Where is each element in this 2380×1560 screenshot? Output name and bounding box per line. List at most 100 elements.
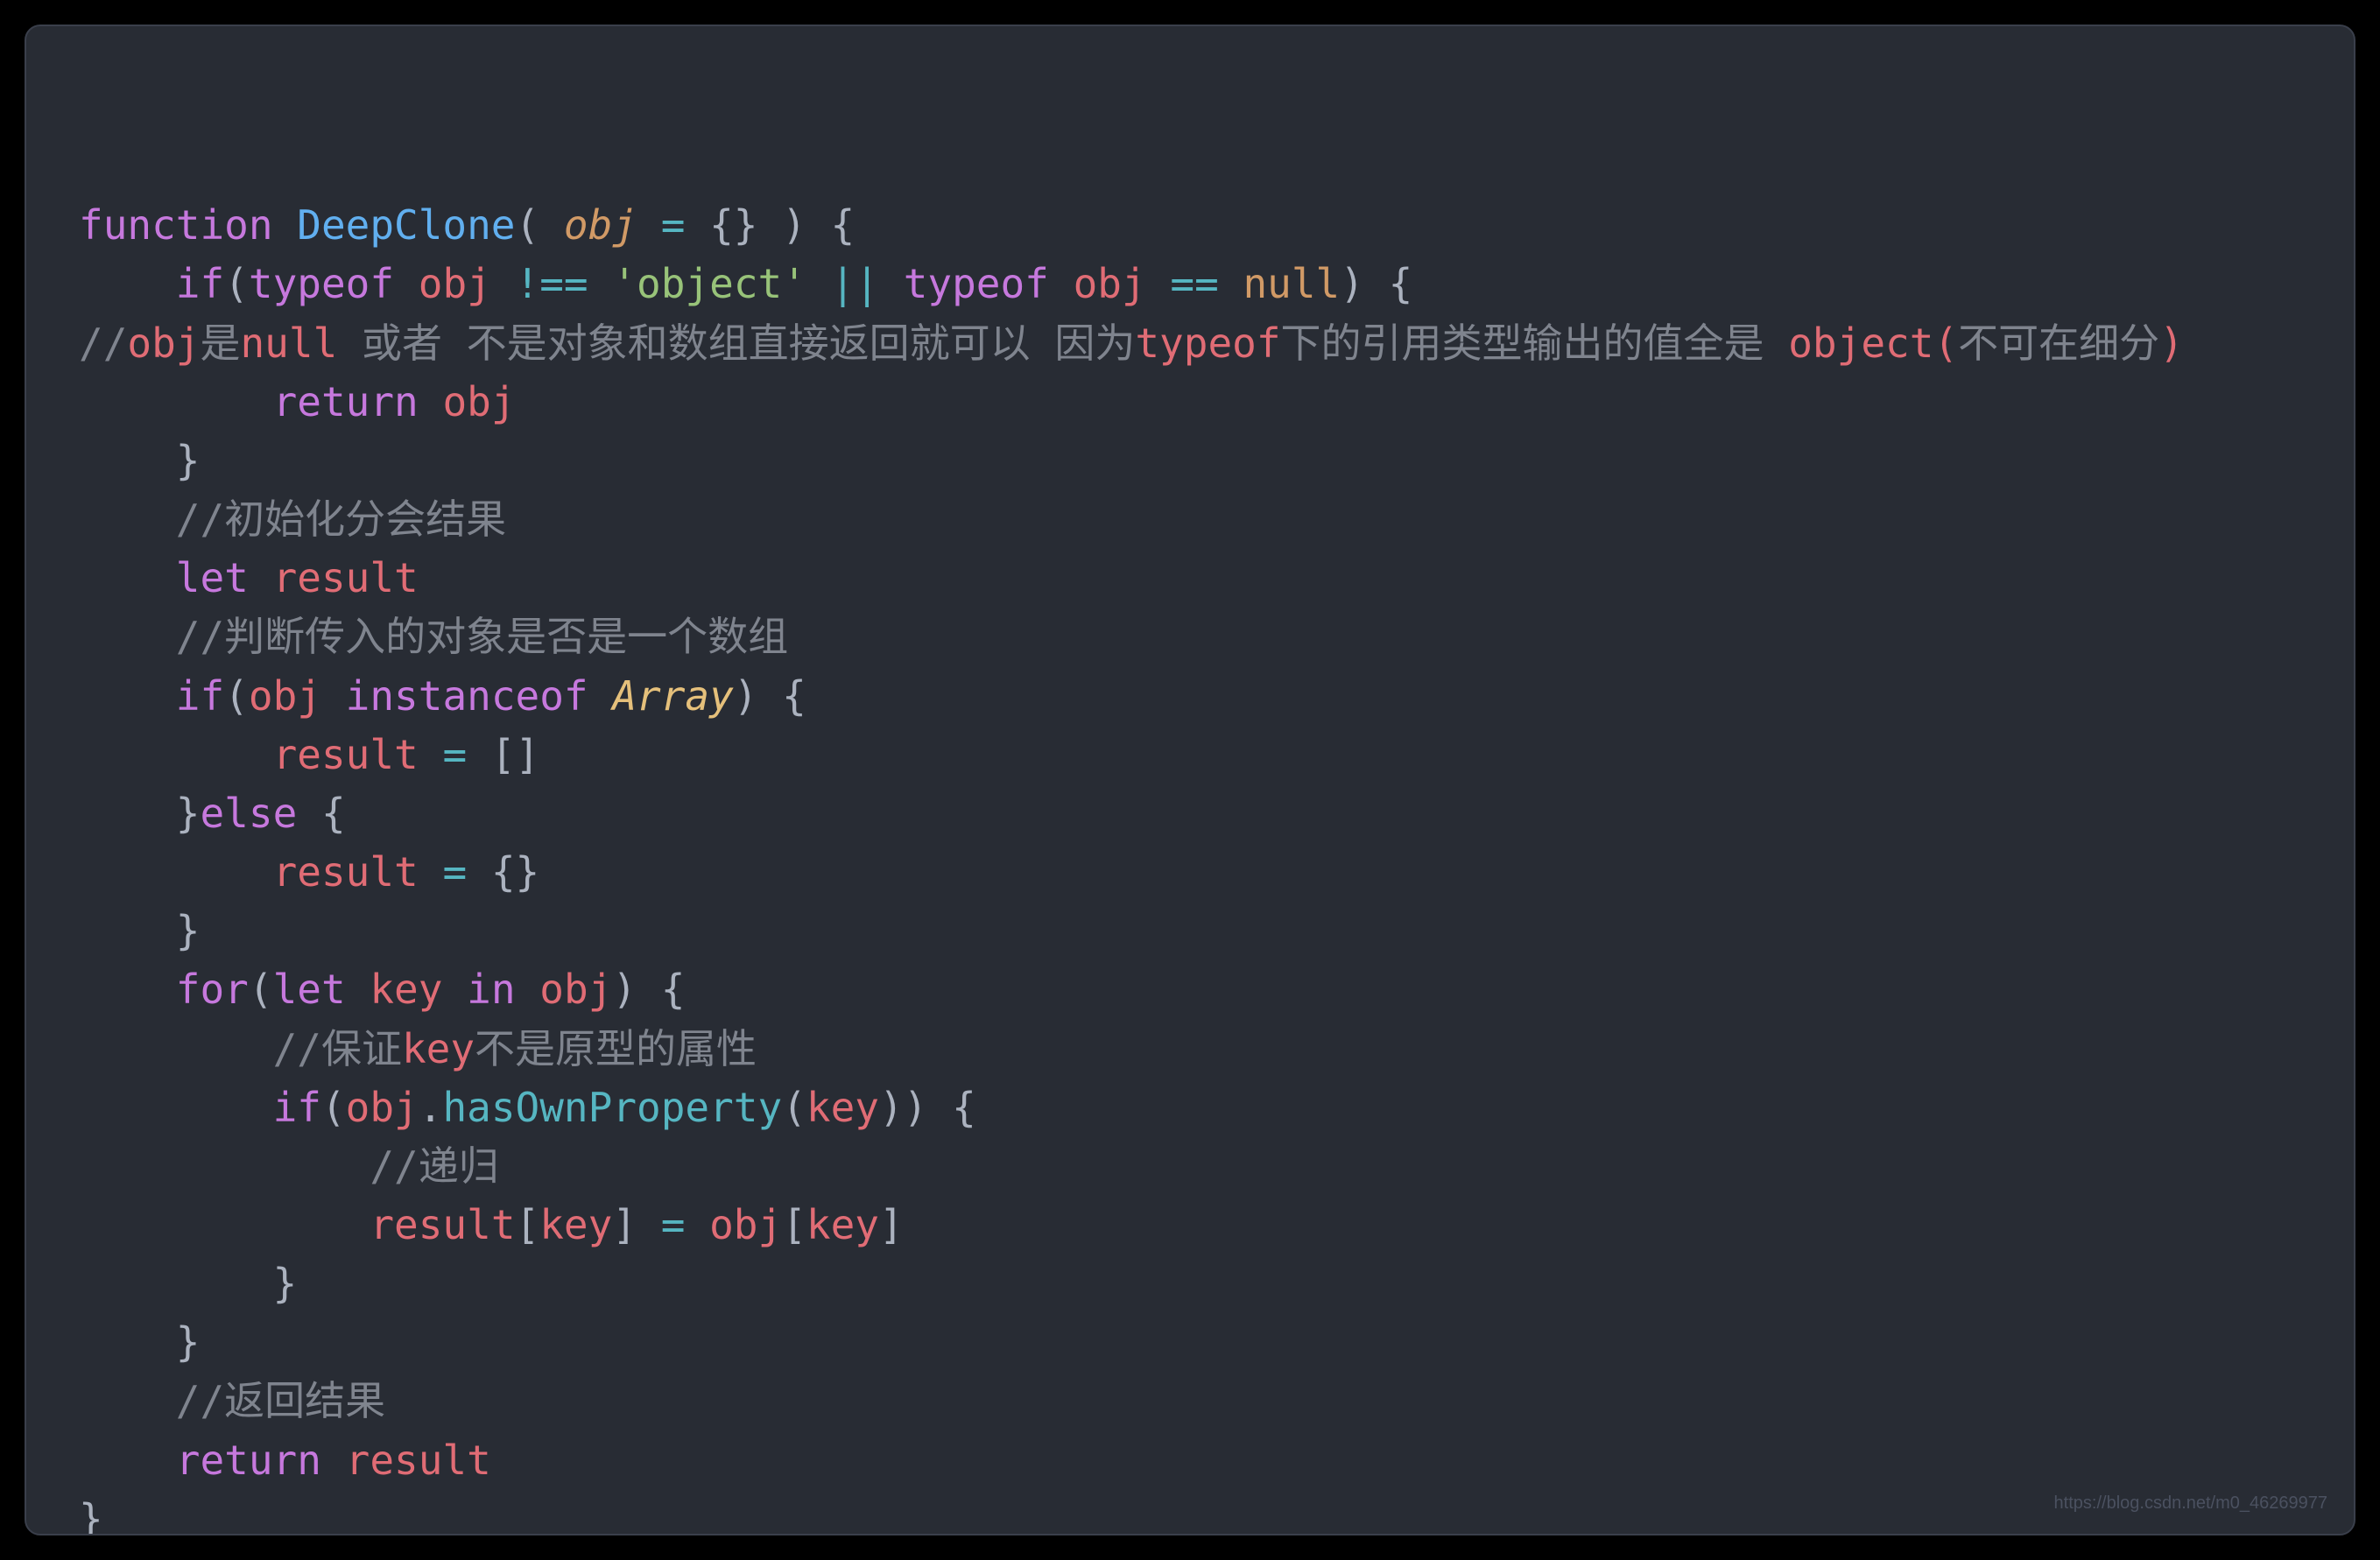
code-line: for(let key in obj) {: [79, 960, 2319, 1019]
code-line: if(obj.hasOwnProperty(key)) {: [79, 1079, 2319, 1137]
code-token: obj: [564, 201, 637, 249]
code-line: //obj是null 或者 不是对象和数组直接返回就可以 因为typeof下的引…: [79, 314, 2319, 373]
code-block: function DeepClone( obj = {} ) { if(type…: [79, 196, 2319, 1535]
code-token: null: [240, 320, 337, 367]
code-token: 'object': [612, 260, 806, 307]
code-token: key: [806, 1201, 879, 1248]
code-token: [79, 848, 273, 896]
code-token: [806, 260, 831, 307]
code-token: object(: [1788, 320, 1958, 367]
code-token: typeof: [249, 260, 419, 307]
code-line: //保证key不是原型的属性: [79, 1020, 2319, 1079]
code-token: (: [224, 672, 249, 720]
code-token: 不是原型的属性: [475, 1025, 757, 1072]
code-line: //返回结果: [79, 1372, 2319, 1430]
code-token: =: [661, 201, 686, 249]
code-token: null: [1243, 260, 1340, 307]
code-token: result: [346, 1437, 491, 1484]
code-token: [1219, 260, 1243, 307]
code-token: ==: [1170, 260, 1218, 307]
code-token: {}: [467, 848, 539, 896]
watermark-text: https://blog.csdn.net/m0_46269977: [2054, 1491, 2327, 1516]
code-token: Array: [612, 672, 733, 720]
code-token: key: [806, 1084, 879, 1131]
code-card: function DeepClone( obj = {} ) { if(type…: [25, 25, 2355, 1535]
code-token: [879, 260, 904, 307]
code-token: obj: [539, 966, 612, 1013]
code-token: [419, 848, 443, 896]
code-token: =: [442, 848, 467, 896]
code-token: //判断传入的对象是否是一个数组: [176, 613, 788, 660]
code-token: }: [79, 1318, 200, 1366]
code-token: obj: [346, 1084, 419, 1131]
code-line: }: [79, 1490, 2319, 1535]
code-token: result: [273, 848, 419, 896]
code-token: obj: [1074, 260, 1146, 307]
code-line: }: [79, 1254, 2319, 1313]
code-line: function DeepClone( obj = {} ) {: [79, 196, 2319, 255]
code-token: ) {: [1340, 260, 1412, 307]
frame: function DeepClone( obj = {} ) { if(type…: [0, 0, 2380, 1560]
code-token: ) {: [734, 672, 806, 720]
code-token: let: [176, 554, 273, 601]
code-token: return: [273, 378, 443, 425]
code-token: DeepClone: [297, 201, 515, 249]
code-token: key: [539, 1201, 612, 1248]
code-token: =: [442, 731, 467, 778]
code-token: obj: [442, 378, 515, 425]
code-token: 是: [200, 320, 240, 367]
code-token: obj: [249, 672, 321, 720]
code-token: if: [176, 260, 224, 307]
code-token: typeof: [904, 260, 1074, 307]
code-token: //返回结果: [176, 1377, 385, 1424]
code-line: //递归: [79, 1137, 2319, 1196]
code-token: instanceof: [346, 672, 613, 720]
code-line: return result: [79, 1431, 2319, 1490]
code-token: )) {: [879, 1084, 976, 1131]
code-token: [79, 966, 176, 1013]
code-token: }: [79, 437, 200, 484]
code-token: }: [79, 1260, 297, 1307]
code-line: if(typeof obj !== 'object' || typeof obj…: [79, 255, 2319, 313]
code-token: else: [200, 790, 320, 837]
code-token: //保证: [273, 1025, 402, 1072]
code-token: [79, 495, 176, 543]
code-token: for: [176, 966, 249, 1013]
code-token: [79, 1025, 273, 1072]
code-token: [588, 260, 613, 307]
code-token: (: [249, 966, 273, 1013]
code-token: [1146, 260, 1171, 307]
code-token: .: [419, 1084, 443, 1131]
code-line: if(obj instanceof Array) {: [79, 667, 2319, 726]
code-line: return obj: [79, 373, 2319, 432]
code-token: return: [176, 1437, 346, 1484]
code-token: ||: [831, 260, 879, 307]
code-token: [79, 1142, 370, 1190]
code-token: obj: [127, 320, 200, 367]
code-token: obj: [709, 1201, 782, 1248]
code-line: //初始化分会结果: [79, 490, 2319, 549]
code-token: [79, 554, 176, 601]
code-token: result: [273, 731, 419, 778]
code-token: =: [661, 1201, 686, 1248]
code-token: [79, 613, 176, 660]
code-token: {: [321, 790, 346, 837]
code-token: [: [516, 1201, 540, 1248]
code-token: [685, 1201, 709, 1248]
code-token: (: [782, 1084, 806, 1131]
code-line: }else {: [79, 784, 2319, 843]
code-token: }: [79, 1495, 103, 1535]
code-token: if: [176, 672, 224, 720]
code-token: ]: [879, 1201, 904, 1248]
code-token: ) {: [612, 966, 685, 1013]
code-token: 不可在细分: [1958, 320, 2159, 367]
code-token: [79, 672, 176, 720]
code-token: 或者 不是对象和数组直接返回就可以 因为: [337, 320, 1135, 367]
code-token: function: [79, 201, 297, 249]
code-token: {} ) {: [685, 201, 855, 249]
code-token: [321, 672, 346, 720]
code-token: [79, 1437, 176, 1484]
code-token: typeof: [1135, 320, 1280, 367]
code-token: 下的引用类型输出的值全是: [1281, 320, 1789, 367]
code-token: }: [79, 907, 200, 954]
